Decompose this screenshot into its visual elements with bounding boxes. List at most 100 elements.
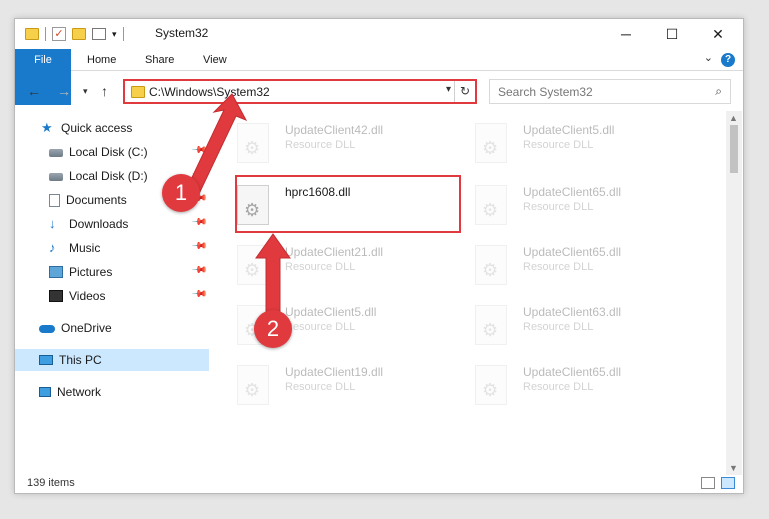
file-list: UpdateClient42.dll Resource DLL UpdateCl… <box>227 111 725 467</box>
file-name: UpdateClient5.dll <box>285 305 377 319</box>
recent-locations-button[interactable]: ▾ <box>83 86 88 97</box>
status-bar: 139 items <box>15 475 743 493</box>
computer-icon <box>39 355 53 365</box>
file-type: Resource DLL <box>523 201 594 213</box>
customize-toolbar-icon[interactable] <box>92 28 106 40</box>
sidebar-item-label: This PC <box>59 353 102 367</box>
sidebar-item-label: Quick access <box>61 121 133 135</box>
search-input[interactable]: Search System32 ⌕ <box>489 79 731 104</box>
dll-file-icon <box>475 123 507 163</box>
chevron-down-icon[interactable]: ▾ <box>112 29 117 40</box>
folder-icon <box>25 28 39 40</box>
file-item[interactable]: UpdateClient21.dll Resource DLL <box>227 237 457 293</box>
file-item[interactable]: UpdateClient65.dll Resource DLL <box>465 177 695 233</box>
item-count: 139 items <box>27 477 75 489</box>
cloud-icon <box>39 325 55 333</box>
sidebar-item-label: Local Disk (D:) <box>69 169 148 183</box>
star-icon: ★ <box>41 120 53 135</box>
document-icon <box>49 193 60 207</box>
file-explorer-window: ✓ ▾ System32 ─ ☐ ✕ File Home Share View … <box>14 18 744 494</box>
expand-ribbon-icon[interactable]: ⌄ <box>704 51 713 64</box>
file-name: UpdateClient21.dll <box>285 245 384 259</box>
pin-icon: 📌 <box>190 286 208 303</box>
folder-icon <box>131 86 145 98</box>
minimize-button[interactable]: ─ <box>603 19 649 49</box>
file-item[interactable]: UpdateClient5.dll Resource DLL <box>465 115 695 171</box>
sidebar-item-label: Pictures <box>69 265 113 279</box>
pin-icon: 📌 <box>190 214 208 231</box>
chevron-down-icon[interactable]: ▾ <box>446 84 451 95</box>
sidebar-item-onedrive[interactable]: OneDrive <box>15 317 209 339</box>
file-name: UpdateClient65.dll <box>523 365 622 379</box>
maximize-button[interactable]: ☐ <box>649 19 695 49</box>
file-type: Resource DLL <box>523 381 594 393</box>
pictures-icon <box>49 266 63 278</box>
address-path[interactable]: C:\Windows\System32 <box>149 85 270 99</box>
sidebar-item-label: Music <box>69 241 101 255</box>
file-item[interactable]: UpdateClient65.dll Resource DLL <box>465 237 695 293</box>
sidebar-item-label: Downloads <box>69 217 129 231</box>
scroll-thumb[interactable] <box>730 125 738 173</box>
properties-icon[interactable]: ✓ <box>52 27 66 41</box>
file-type: Resource DLL <box>285 381 356 393</box>
file-type: Resource DLL <box>523 261 594 273</box>
forward-button[interactable]: → <box>57 83 71 99</box>
file-type: Resource DLL <box>523 321 594 333</box>
sidebar-item-quick-access[interactable]: ★ Quick access <box>15 117 209 139</box>
sidebar-item-label: Videos <box>69 289 106 303</box>
sidebar-item-label: Local Disk (C:) <box>69 145 148 159</box>
videos-icon <box>49 290 63 302</box>
music-icon: ♪ <box>49 240 56 255</box>
sidebar-item-local-disk-c[interactable]: Local Disk (C:) 📌 <box>15 141 209 163</box>
close-button[interactable]: ✕ <box>695 19 741 49</box>
file-type: Resource DLL <box>285 139 356 151</box>
pin-icon: 📌 <box>190 238 208 255</box>
pin-icon: 📌 <box>190 142 208 159</box>
title-bar: ✓ ▾ System32 ─ ☐ ✕ <box>15 19 743 49</box>
dll-file-icon <box>475 365 507 405</box>
tab-view[interactable]: View <box>203 49 227 71</box>
tab-home[interactable]: Home <box>87 49 116 71</box>
file-name: UpdateClient42.dll <box>285 123 384 137</box>
quick-access-toolbar: ✓ ▾ <box>25 24 130 44</box>
up-button[interactable]: ↑ <box>101 83 108 99</box>
sidebar-item-this-pc[interactable]: This PC <box>15 349 209 371</box>
tab-share[interactable]: Share <box>145 49 174 71</box>
ribbon-tabs: File Home Share View ⌄ ? <box>15 49 743 105</box>
file-item[interactable]: UpdateClient42.dll Resource DLL <box>227 115 457 171</box>
new-folder-icon[interactable] <box>72 28 86 40</box>
dll-file-icon <box>237 123 269 163</box>
download-icon: ↓ <box>49 216 56 231</box>
file-name: UpdateClient65.dll <box>523 185 622 199</box>
sidebar-item-pictures[interactable]: Pictures 📌 <box>15 261 209 283</box>
dll-file-icon <box>475 185 507 225</box>
toolbar-separator <box>45 27 46 41</box>
large-icons-view-icon[interactable] <box>721 477 735 489</box>
sidebar-item-music[interactable]: ♪ Music 📌 <box>15 237 209 259</box>
address-row: ← → ▾ ↑ C:\Windows\System32 ▾ ↻ Search S… <box>15 77 743 107</box>
details-view-icon[interactable] <box>701 477 715 489</box>
search-placeholder: Search System32 <box>498 85 593 99</box>
address-bar[interactable]: C:\Windows\System32 ▾ ↻ <box>123 79 477 104</box>
file-name: UpdateClient63.dll <box>523 305 622 319</box>
vertical-scrollbar[interactable]: ▲ ▼ <box>726 111 742 475</box>
file-name: UpdateClient65.dll <box>523 245 622 259</box>
file-item[interactable]: UpdateClient63.dll Resource DLL <box>465 297 695 353</box>
back-button[interactable]: ← <box>27 83 41 99</box>
file-type: Resource DLL <box>285 321 356 333</box>
file-item[interactable]: UpdateClient19.dll Resource DLL <box>227 357 457 413</box>
drive-icon <box>49 149 63 157</box>
file-item[interactable]: UpdateClient65.dll Resource DLL <box>465 357 695 413</box>
search-icon[interactable]: ⌕ <box>715 84 722 99</box>
help-icon[interactable]: ? <box>721 53 735 67</box>
dll-file-icon <box>237 365 269 405</box>
sidebar-item-downloads[interactable]: ↓ Downloads 📌 <box>15 213 209 235</box>
scroll-down-icon[interactable]: ▼ <box>729 463 738 473</box>
refresh-button[interactable]: ↻ <box>454 81 475 102</box>
sidebar-item-network[interactable]: Network <box>15 381 209 403</box>
sidebar-item-videos[interactable]: Videos 📌 <box>15 285 209 307</box>
file-name: UpdateClient5.dll <box>523 123 615 137</box>
scroll-up-icon[interactable]: ▲ <box>729 113 738 123</box>
toolbar-separator <box>122 27 124 41</box>
file-type: Resource DLL <box>285 261 356 273</box>
